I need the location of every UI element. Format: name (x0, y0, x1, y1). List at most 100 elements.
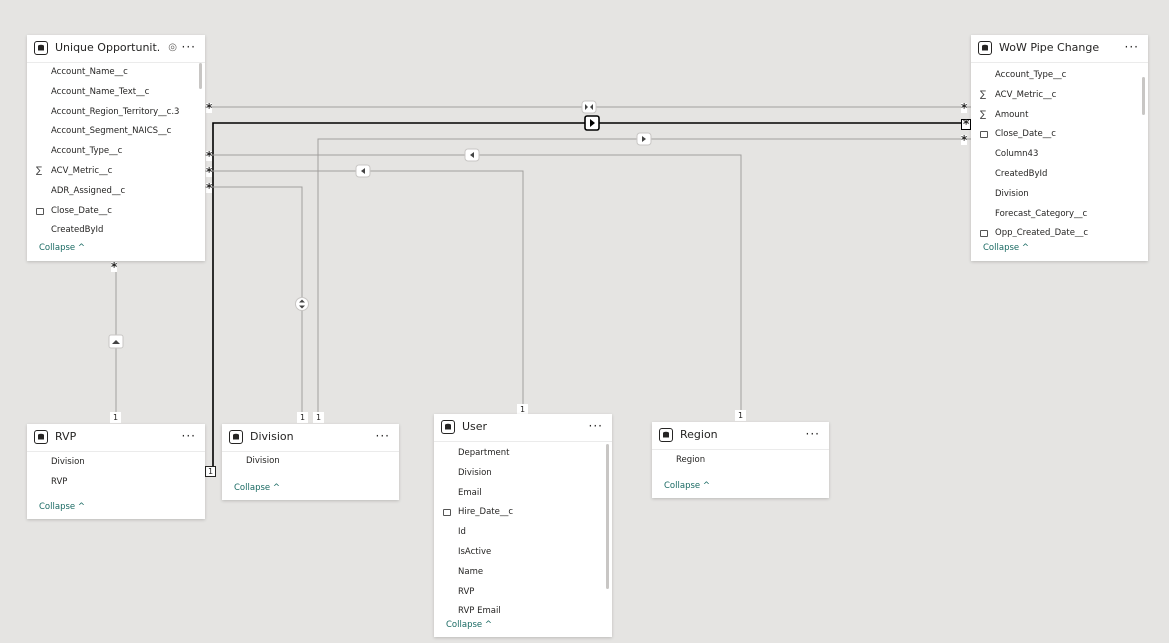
field-list: Account_Name__c Account_Name_Text__c Accou… (27, 63, 205, 243)
field-label: Division (51, 457, 85, 467)
field-row[interactable]: Hire_Date__c (434, 503, 612, 523)
field-row[interactable]: Region (652, 451, 829, 471)
table-card-user[interactable]: User ··· Department Division Email Hire_Dat… (434, 414, 612, 637)
collapse-button[interactable]: Collapse ^ (983, 243, 1029, 253)
arrow-right-icon[interactable] (584, 115, 600, 131)
field-list: Region (652, 451, 829, 471)
field-label: ACV_Metric__c (995, 89, 1057, 100)
field-row[interactable]: RVP (434, 583, 612, 603)
field-row[interactable]: Division (971, 185, 1148, 205)
field-row[interactable]: Account_Region_Territory__c.3 (27, 103, 205, 123)
field-row[interactable]: Email (434, 484, 612, 504)
arrow-left-icon[interactable] (464, 148, 480, 162)
field-row[interactable]: Close_Date__c (27, 202, 205, 222)
table-header[interactable]: Unique Opportunit... ◎ ··· (27, 35, 205, 63)
scrollbar[interactable] (1142, 77, 1145, 115)
field-row[interactable]: Account_Segment_NAICS__c (27, 122, 205, 142)
more-options-icon[interactable]: ··· (1125, 40, 1139, 54)
table-card-division[interactable]: Division ··· Division Collapse ^ (222, 424, 399, 500)
table-title: RVP (55, 430, 77, 443)
table-header[interactable]: WoW Pipe Change ··· (971, 35, 1148, 63)
scrollbar[interactable] (199, 63, 202, 89)
field-list: Department Division Email Hire_Date__c Id IsA… (434, 444, 612, 616)
table-header[interactable]: Region ··· (652, 422, 829, 450)
field-label: CreatedById (51, 225, 104, 236)
field-row[interactable]: ADR_Assigned__c (27, 182, 205, 202)
cardinality-many: * (961, 133, 968, 147)
field-label: Account_Segment_NAICS__c (51, 126, 172, 137)
arrow-up-icon[interactable] (108, 334, 124, 349)
arrow-left-icon[interactable] (355, 164, 371, 178)
cardinality-many: * (206, 181, 213, 195)
field-row[interactable]: Forecast_Category__c (971, 205, 1148, 225)
table-header[interactable]: User ··· (434, 414, 612, 442)
field-label: Close_Date__c (995, 129, 1056, 140)
field-row[interactable]: ∑ Amount (971, 106, 1148, 126)
more-options-icon[interactable]: ··· (182, 40, 196, 54)
field-row[interactable]: Division (434, 464, 612, 484)
field-row[interactable]: Account_Type__c (27, 142, 205, 162)
table-header[interactable]: RVP ··· (27, 424, 205, 452)
more-options-icon[interactable]: ··· (376, 429, 390, 443)
model-canvas[interactable]: * * * * * * * * 1 1 1 1 1 1 Unique Oppor… (0, 0, 1169, 643)
field-row[interactable]: Account_Name__c (27, 63, 205, 83)
field-row[interactable]: RVP (27, 473, 205, 493)
rel-region-unique (205, 154, 742, 415)
collapse-button[interactable]: Collapse ^ (234, 483, 280, 493)
bidirectional-vertical-arrow-icon[interactable] (295, 297, 309, 311)
field-list: Division RVP (27, 453, 205, 493)
bidirectional-arrow-icon[interactable] (581, 100, 597, 114)
table-card-region[interactable]: Region ··· Region Collapse ^ (652, 422, 829, 498)
field-row[interactable]: CreatedById (27, 221, 205, 241)
field-row[interactable]: IsActive (434, 543, 612, 563)
field-label: Account_Type__c (51, 146, 123, 157)
table-icon (34, 41, 48, 55)
field-label: Amount (995, 109, 1029, 120)
more-options-icon[interactable]: ··· (589, 419, 603, 433)
field-label: Division (246, 456, 280, 466)
field-row[interactable]: ∑ ACV_Metric__c (971, 86, 1148, 106)
field-label: Division (458, 467, 492, 478)
field-row[interactable]: RVP Email (434, 602, 612, 616)
collapse-button[interactable]: Collapse ^ (446, 620, 492, 630)
field-list: Account_Type__c ∑ ACV_Metric__c ∑ Amount Clos… (971, 66, 1148, 237)
field-row[interactable]: Id (434, 523, 612, 543)
table-title: Region (680, 428, 718, 441)
field-row[interactable]: Division (27, 453, 205, 473)
field-row[interactable]: ∑ ACV_Metric__c (27, 162, 205, 182)
field-label: Account_Name_Text__c (51, 86, 150, 97)
collapse-button[interactable]: Collapse ^ (39, 243, 85, 253)
more-options-icon[interactable]: ··· (806, 427, 820, 441)
field-list: Division (222, 452, 399, 472)
field-row[interactable]: Department (434, 444, 612, 464)
field-label: CreatedById (995, 168, 1048, 179)
cardinality-many: * (961, 117, 972, 131)
arrow-right-icon[interactable] (636, 132, 652, 146)
field-row[interactable]: Opp_Created_Date__c (971, 224, 1148, 237)
collapse-button[interactable]: Collapse ^ (664, 481, 710, 491)
cardinality-one: 1 (297, 412, 309, 423)
field-row[interactable]: Division (222, 452, 399, 472)
field-row[interactable]: Account_Type__c (971, 66, 1148, 86)
table-card-wow-pipe-change[interactable]: WoW Pipe Change ··· Account_Type__c ∑ ACV_… (971, 35, 1148, 261)
collapse-button[interactable]: Collapse ^ (39, 502, 85, 512)
scrollbar[interactable] (606, 444, 609, 589)
field-label: RVP (51, 476, 68, 487)
field-row[interactable]: Account_Name_Text__c (27, 83, 205, 103)
field-label: Column43 (995, 149, 1039, 160)
table-card-unique-opportunities[interactable]: Unique Opportunit... ◎ ··· Account_Name_… (27, 35, 205, 261)
sigma-icon: ∑ (980, 109, 987, 120)
cardinality-one: 1 (735, 410, 747, 421)
calendar-icon (36, 207, 44, 215)
field-row[interactable]: CreatedById (971, 165, 1148, 185)
field-row[interactable]: Name (434, 563, 612, 583)
field-row[interactable]: Column43 (971, 145, 1148, 165)
table-icon (978, 41, 992, 55)
more-options-icon[interactable]: ··· (182, 429, 196, 443)
table-card-rvp[interactable]: RVP ··· Division RVP Collapse ^ (27, 424, 205, 519)
field-row[interactable]: Close_Date__c (971, 125, 1148, 145)
rel-division-wow (317, 138, 972, 415)
table-header[interactable]: Division ··· (222, 424, 399, 452)
field-label: Account_Name__c (51, 67, 128, 77)
eye-icon[interactable]: ◎ (168, 42, 177, 53)
